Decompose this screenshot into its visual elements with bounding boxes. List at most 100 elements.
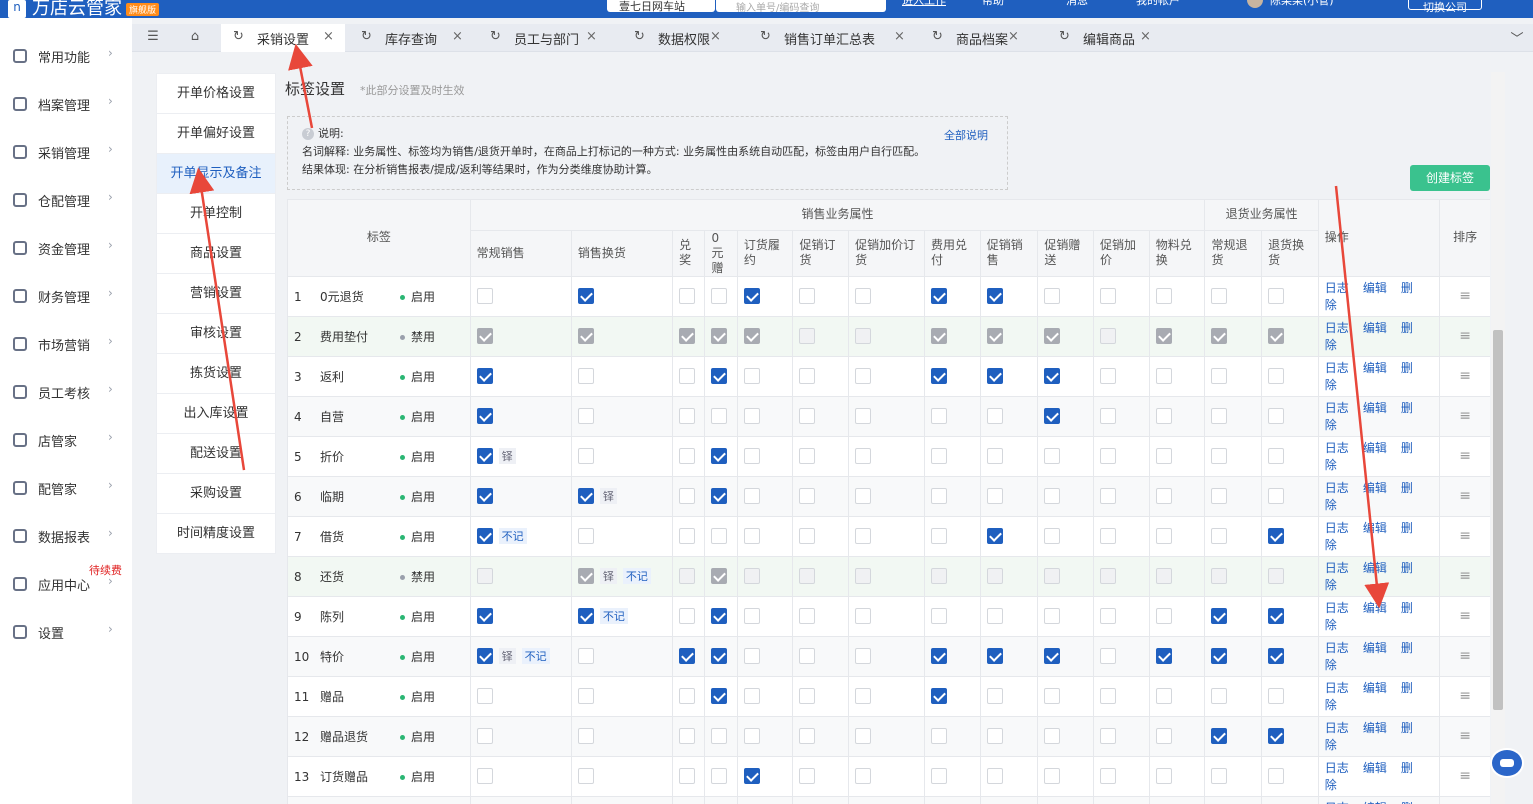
checkbox[interactable] [855,408,872,424]
checkbox[interactable] [1155,648,1172,664]
checkbox[interactable] [1268,728,1285,744]
sidebar-item-10[interactable]: 数据报表 › [0,512,132,560]
checkbox[interactable] [1155,288,1172,304]
checkbox[interactable] [711,688,728,704]
checkbox[interactable] [1155,528,1172,544]
checkbox[interactable] [577,368,594,384]
checkbox[interactable] [1044,648,1061,664]
checkbox[interactable] [855,728,872,744]
switch-company-button[interactable]: 切换公司 [1408,0,1482,14]
checkbox[interactable] [931,448,948,464]
checkbox[interactable] [577,288,594,304]
checkbox[interactable] [1044,368,1061,384]
checkbox[interactable] [1268,528,1285,544]
checkbox[interactable] [1211,288,1228,304]
messages-link[interactable]: 消息 [1066,0,1088,8]
sort-handle-icon[interactable]: ≡ [1439,316,1490,357]
sort-handle-icon[interactable]: ≡ [1439,516,1490,557]
assistant-bot-icon[interactable] [1490,748,1524,778]
checkbox[interactable] [476,768,493,784]
checkbox[interactable] [476,408,493,424]
scrollbar-thumb[interactable] [1493,330,1503,710]
all-explanation-link[interactable]: 全部说明 [944,127,988,145]
edit-link[interactable]: 编辑 [1363,681,1387,695]
edit-link[interactable]: 编辑 [1363,321,1387,335]
checkbox[interactable] [799,448,816,464]
checkbox[interactable] [1100,408,1117,424]
user-name[interactable]: 陈某某(小管) [1270,0,1334,8]
sort-handle-icon[interactable]: ≡ [1439,556,1490,597]
checkbox[interactable] [986,288,1003,304]
edit-link[interactable]: 编辑 [1363,441,1387,455]
tab-3[interactable]: ↻ 数据权限 × [622,24,732,52]
checkbox[interactable] [711,368,728,384]
checkbox[interactable] [1211,648,1228,664]
checkbox[interactable] [986,488,1003,504]
checkbox[interactable] [743,608,760,624]
checkbox[interactable] [679,608,696,624]
subnav-item-0[interactable]: 开单价格设置 [157,74,275,114]
edit-link[interactable]: 编辑 [1363,761,1387,775]
edit-link[interactable]: 编辑 [1363,281,1387,295]
checkbox[interactable] [1211,408,1228,424]
checkbox[interactable] [1100,768,1117,784]
sidebar-item-0[interactable]: 常用功能 › [0,32,132,80]
menu-collapse-icon[interactable]: ☰ [144,29,162,47]
checkbox[interactable] [1155,368,1172,384]
checkbox[interactable] [1155,768,1172,784]
checkbox[interactable] [476,608,493,624]
tab-6[interactable]: ↻ 编辑商品 × [1047,24,1162,52]
checkbox[interactable] [986,728,1003,744]
log-link[interactable]: 日志 [1325,441,1349,455]
checkbox[interactable] [679,448,696,464]
checkbox[interactable] [679,408,696,424]
checkbox[interactable] [855,488,872,504]
checkbox[interactable] [1268,448,1285,464]
log-link[interactable]: 日志 [1325,401,1349,415]
checkbox[interactable] [799,408,816,424]
checkbox[interactable] [577,608,594,624]
checkbox[interactable] [1211,488,1228,504]
checkbox[interactable] [1100,728,1117,744]
checkbox[interactable] [986,448,1003,464]
vertical-scrollbar[interactable] [1491,72,1505,804]
checkbox[interactable] [1155,488,1172,504]
sort-handle-icon[interactable]: ≡ [1439,796,1490,804]
tab-1[interactable]: ↻ 库存查询 × [349,24,474,52]
subnav-item-1[interactable]: 开单偏好设置 [157,114,275,154]
checkbox[interactable] [1268,688,1285,704]
checkbox[interactable] [711,528,728,544]
sidebar-item-2[interactable]: 采销管理 › [0,128,132,176]
checkbox[interactable] [1155,728,1172,744]
sort-handle-icon[interactable]: ≡ [1439,356,1490,397]
checkbox[interactable] [1044,728,1061,744]
checkbox[interactable] [931,648,948,664]
brand[interactable]: n 万店云管家 旗舰版 [8,0,160,18]
checkbox[interactable] [711,448,728,464]
checkbox[interactable] [1044,488,1061,504]
checkbox[interactable] [711,728,728,744]
checkbox[interactable] [1268,368,1285,384]
checkbox[interactable] [1044,448,1061,464]
log-link[interactable]: 日志 [1325,681,1349,695]
close-icon[interactable]: × [894,29,905,44]
checkbox[interactable] [743,288,760,304]
checkbox[interactable] [679,368,696,384]
log-link[interactable]: 日志 [1325,641,1349,655]
edit-link[interactable]: 编辑 [1363,561,1387,575]
help-link[interactable]: 帮助 [982,0,1004,8]
sidebar-item-1[interactable]: 档案管理 › [0,80,132,128]
sort-handle-icon[interactable]: ≡ [1439,756,1490,797]
checkbox[interactable] [679,648,696,664]
checkbox[interactable] [1044,768,1061,784]
checkbox[interactable] [1100,448,1117,464]
subnav-item-10[interactable]: 采购设置 [157,474,275,514]
checkbox[interactable] [743,728,760,744]
checkbox[interactable] [577,768,594,784]
subnav-item-11[interactable]: 时间精度设置 [157,514,275,554]
checkbox[interactable] [855,608,872,624]
checkbox[interactable] [1044,288,1061,304]
checkbox[interactable] [577,728,594,744]
checkbox[interactable] [855,288,872,304]
checkbox[interactable] [476,448,493,464]
